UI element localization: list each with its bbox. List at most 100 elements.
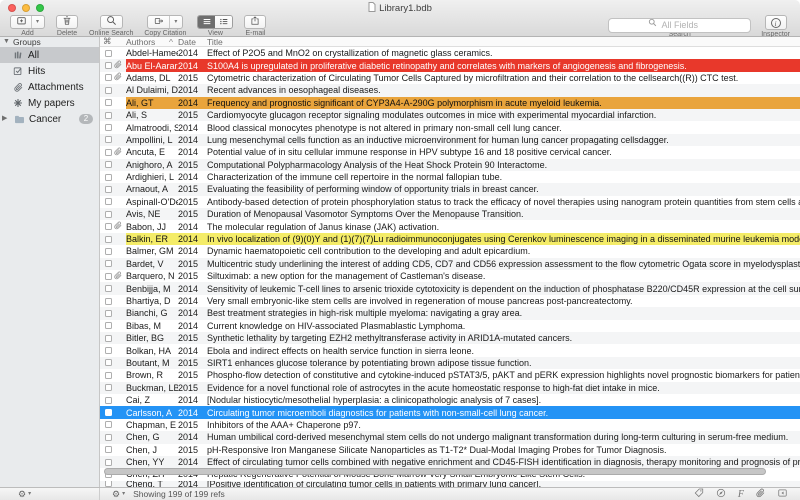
- table-row[interactable]: Barquero, N2015Siltuximab: a new option …: [100, 270, 800, 282]
- table-row[interactable]: Balmer, GM2014Dynamic haematopoietic cel…: [100, 245, 800, 257]
- table-row[interactable]: Babon, JJ2014The molecular regulation of…: [100, 220, 800, 232]
- sidebar-item-hits[interactable]: Hits: [0, 63, 99, 79]
- row-checkbox[interactable]: [105, 248, 112, 255]
- table-row[interactable]: Adams, DL2015Cytometric characterization…: [100, 72, 800, 84]
- table-row[interactable]: Bitler, BG2015Synthetic lethality by tar…: [100, 332, 800, 344]
- row-checkbox[interactable]: [105, 161, 112, 168]
- table-row[interactable]: Brown, R2015Phospho-flow detection of co…: [100, 369, 800, 381]
- paperclip-icon[interactable]: [756, 488, 765, 500]
- search-field[interactable]: [608, 15, 751, 30]
- table-row[interactable]: Bianchi, G2014Best treatment strategies …: [100, 307, 800, 319]
- row-checkbox[interactable]: [105, 50, 112, 57]
- drawer-toggle-icon[interactable]: [777, 488, 788, 500]
- row-checkbox[interactable]: [105, 186, 112, 193]
- column-header-authors[interactable]: Authors ^: [126, 37, 178, 47]
- table-row[interactable]: Ardighieri, L2014Characterization of the…: [100, 171, 800, 183]
- table-row[interactable]: Almatroodi, SA2014Blood classical monocy…: [100, 121, 800, 133]
- sidebar-action-menu[interactable]: ⚙ ▾: [0, 488, 100, 500]
- delete-button[interactable]: Delete: [56, 15, 78, 38]
- groups-header[interactable]: ▼ Groups: [0, 37, 99, 47]
- row-checkbox[interactable]: [105, 74, 112, 81]
- inspector-button[interactable]: i: [765, 15, 787, 30]
- row-checkbox[interactable]: [105, 87, 112, 94]
- row-checkbox[interactable]: [105, 273, 112, 280]
- copy-citation-button[interactable]: ▾ Copy Citation: [144, 15, 186, 38]
- search-input[interactable]: [608, 18, 751, 33]
- table-row[interactable]: Buckman, LB2015Evidence for a novel func…: [100, 382, 800, 394]
- row-checkbox[interactable]: [105, 62, 112, 69]
- column-header-title[interactable]: Title: [207, 37, 800, 47]
- row-checkbox[interactable]: [105, 347, 112, 354]
- table-row[interactable]: Abu El-Aarar, A2014S100A4 is upregulated…: [100, 59, 800, 71]
- row-checkbox[interactable]: [105, 223, 112, 230]
- table-row[interactable]: Chen, J2015pH-Responsive Iron Manganese …: [100, 444, 800, 456]
- format-icon[interactable]: F: [738, 489, 744, 500]
- table-row[interactable]: Cheng, T2014[Positive identification of …: [100, 481, 800, 487]
- row-checkbox[interactable]: [105, 149, 112, 156]
- table-row[interactable]: Ampollini, L2014Lung mesenchymal cells f…: [100, 134, 800, 146]
- row-checkbox[interactable]: [105, 409, 112, 416]
- table-row[interactable]: Anighoro, A2015Computational Polypharmac…: [100, 159, 800, 171]
- row-checkbox[interactable]: [105, 211, 112, 218]
- tag-icon[interactable]: [694, 488, 704, 500]
- table-row[interactable]: Al Dulaimi, D2014Recent advances in oeso…: [100, 84, 800, 96]
- view-segmented-control[interactable]: View: [197, 15, 233, 38]
- sidebar-item-cancer[interactable]: ▶ Cancer 2: [0, 111, 99, 127]
- list-view-icon[interactable]: [198, 16, 215, 28]
- row-checkbox[interactable]: [105, 99, 112, 106]
- row-checkbox[interactable]: [105, 384, 112, 391]
- row-checkbox[interactable]: [105, 298, 112, 305]
- table-row[interactable]: Bolkan, HA2014Ebola and indirect effects…: [100, 344, 800, 356]
- row-checkbox[interactable]: [105, 285, 112, 292]
- table-row[interactable]: Ali, S2015Cardiomyocyte glucagon recepto…: [100, 109, 800, 121]
- table-row[interactable]: Balkin, ER2014In vivo localization of (9…: [100, 233, 800, 245]
- online-search-button[interactable]: Online Search: [89, 15, 133, 38]
- row-checkbox[interactable]: [105, 136, 112, 143]
- table-row[interactable]: Aspinall-O'Dea2015Antibody-based detecti…: [100, 196, 800, 208]
- row-checkbox[interactable]: [105, 372, 112, 379]
- sidebar-item-attachments[interactable]: Attachments: [0, 79, 99, 95]
- table-row[interactable]: Chen, YY2014Effect of circulating tumor …: [100, 456, 800, 468]
- table-row[interactable]: Chen, G2014Human umbilical cord-derived …: [100, 431, 800, 443]
- table-row[interactable]: Arnaout, A2015Evaluating the feasibility…: [100, 183, 800, 195]
- row-checkbox[interactable]: [105, 359, 112, 366]
- table-row[interactable]: Bardet, V2015Multicentric study underlin…: [100, 258, 800, 270]
- row-checkbox[interactable]: [105, 310, 112, 317]
- row-checkbox[interactable]: [105, 335, 112, 342]
- horizontal-scrollbar-thumb[interactable]: [104, 468, 766, 475]
- sidebar-item-all[interactable]: All: [0, 47, 99, 63]
- row-checkbox[interactable]: [105, 236, 112, 243]
- list-action-menu[interactable]: ⚙ ▾: [100, 489, 125, 499]
- table-row[interactable]: Bibas, M2014Current knowledge on HIV-ass…: [100, 320, 800, 332]
- row-checkbox[interactable]: [105, 174, 112, 181]
- row-checkbox[interactable]: [105, 112, 112, 119]
- row-checkbox[interactable]: [105, 260, 112, 267]
- row-checkbox[interactable]: [105, 434, 112, 441]
- disclosure-triangle-icon[interactable]: ▼: [3, 38, 10, 46]
- table-row[interactable]: Cai, Z2014[Nodular histiocytic/mesotheli…: [100, 394, 800, 406]
- column-header-select[interactable]: ⌘: [100, 36, 126, 47]
- browse-icon[interactable]: [716, 488, 726, 500]
- column-header-date[interactable]: Date: [178, 37, 207, 47]
- table-row[interactable]: Avis, NE2015Duration of Menopausal Vasom…: [100, 208, 800, 220]
- table-row[interactable]: Benbijja, M2014Sensitivity of leukemic T…: [100, 282, 800, 294]
- table-row[interactable]: Abdel-Hameed2014Effect of P2O5 and MnO2 …: [100, 47, 800, 59]
- table-row[interactable]: Carlsson, A2014Circulating tumor microem…: [100, 406, 800, 418]
- disclosure-triangle-icon[interactable]: ▶: [2, 115, 9, 123]
- row-checkbox[interactable]: [105, 481, 112, 487]
- table-row[interactable]: Ancuta, E2014Potential value of in situ …: [100, 146, 800, 158]
- row-checkbox[interactable]: [105, 421, 112, 428]
- row-checkbox[interactable]: [105, 459, 112, 466]
- row-checkbox[interactable]: [105, 322, 112, 329]
- row-checkbox[interactable]: [105, 397, 112, 404]
- table-row[interactable]: Boutant, M2015SIRT1 enhances glucose tol…: [100, 357, 800, 369]
- row-checkbox[interactable]: [105, 124, 112, 131]
- detail-view-icon[interactable]: [215, 16, 232, 28]
- table-row[interactable]: Chapman, E2015Inhibitors of the AAA+ Cha…: [100, 419, 800, 431]
- table-row[interactable]: Ali, GT2014Frequency and prognostic sign…: [100, 97, 800, 109]
- row-checkbox[interactable]: [105, 198, 112, 205]
- sidebar-item-my-papers[interactable]: My papers: [0, 95, 99, 111]
- email-button[interactable]: E-mail: [244, 15, 266, 38]
- table-row[interactable]: Bhartiya, D2014Very small embryonic-like…: [100, 295, 800, 307]
- row-checkbox[interactable]: [105, 446, 112, 453]
